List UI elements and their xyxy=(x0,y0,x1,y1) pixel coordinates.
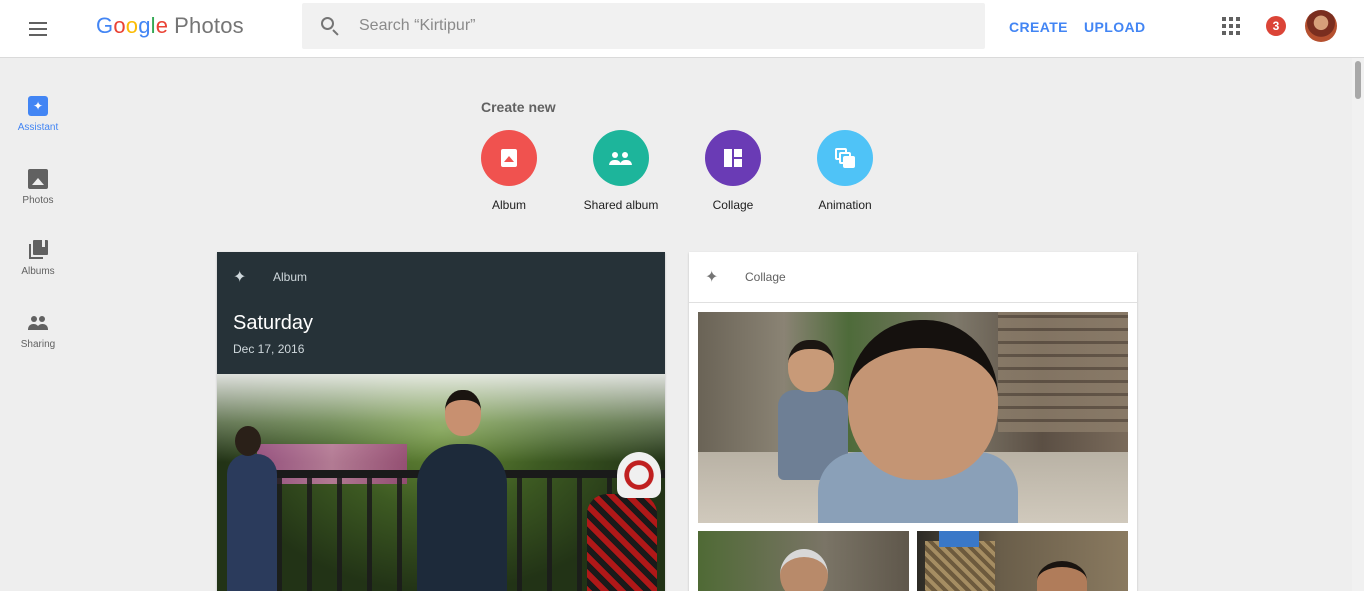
scrollbar-thumb[interactable] xyxy=(1355,61,1361,99)
card-title: Saturday xyxy=(233,312,314,334)
albums-icon xyxy=(28,240,48,260)
sparkle-icon: ✦ xyxy=(233,269,247,286)
scrollbar[interactable] xyxy=(1352,58,1364,591)
top-bar: GooglePhotos CREATE UPLOAD 3 xyxy=(0,0,1364,58)
collage-suggestion-card[interactable]: ✦ Collage xyxy=(689,252,1137,591)
card-type-label: Album xyxy=(273,270,308,284)
create-shared-album-button[interactable]: Shared album xyxy=(565,130,677,212)
collage-card-header: ✦ Collage xyxy=(689,252,1137,303)
album-card-header: ✦ Album Saturday Dec 17, 2016 xyxy=(217,252,665,374)
sidebar-item-assistant[interactable]: Assistant xyxy=(0,96,76,133)
create-album-button[interactable]: Album xyxy=(453,130,565,212)
album-icon xyxy=(481,130,537,186)
create-animation-button[interactable]: Animation xyxy=(789,130,901,212)
assistant-icon xyxy=(28,96,48,116)
create-collage-button[interactable]: Collage xyxy=(677,130,789,212)
album-photo[interactable] xyxy=(217,374,665,591)
menu-icon[interactable] xyxy=(26,17,50,41)
upload-button[interactable]: UPLOAD xyxy=(1084,19,1146,35)
sidebar-item-photos[interactable]: Photos xyxy=(0,169,76,206)
collage-photo-small[interactable] xyxy=(698,531,909,591)
create-item-label: Animation xyxy=(818,198,872,212)
search-input[interactable] xyxy=(359,17,959,35)
create-item-label: Shared album xyxy=(583,198,659,212)
create-item-label: Collage xyxy=(712,198,754,212)
create-new-heading: Create new xyxy=(481,99,556,115)
card-date: Dec 17, 2016 xyxy=(233,342,305,356)
logo-google-text: Google xyxy=(96,13,169,38)
create-button[interactable]: CREATE xyxy=(1009,19,1068,35)
search-bar[interactable] xyxy=(302,3,985,49)
collage-photo-main[interactable] xyxy=(698,312,1128,523)
sparkle-icon: ✦ xyxy=(705,269,719,286)
card-type-label: Collage xyxy=(745,270,786,284)
sidebar-item-label: Albums xyxy=(21,266,55,277)
search-icon[interactable] xyxy=(319,15,341,37)
sidebar-item-label: Assistant xyxy=(17,122,59,133)
create-item-label: Album xyxy=(491,198,526,212)
notification-badge[interactable]: 3 xyxy=(1266,16,1286,36)
collage-photo-small[interactable] xyxy=(917,531,1128,591)
sidebar-item-albums[interactable]: Albums xyxy=(0,240,76,277)
avatar[interactable] xyxy=(1305,10,1337,42)
sidebar-item-label: Sharing xyxy=(20,339,56,350)
shared-album-icon xyxy=(593,130,649,186)
sidebar-item-sharing[interactable]: Sharing xyxy=(0,313,76,350)
sidebar-item-label: Photos xyxy=(22,195,54,206)
animation-icon xyxy=(817,130,873,186)
collage-icon xyxy=(705,130,761,186)
apps-icon[interactable] xyxy=(1222,17,1240,35)
logo-product-text: Photos xyxy=(174,13,244,38)
album-suggestion-card[interactable]: ✦ Album Saturday Dec 17, 2016 xyxy=(217,252,665,591)
people-icon xyxy=(28,313,48,333)
google-photos-logo[interactable]: Google Photos xyxy=(96,13,244,39)
photo-icon xyxy=(28,169,48,189)
